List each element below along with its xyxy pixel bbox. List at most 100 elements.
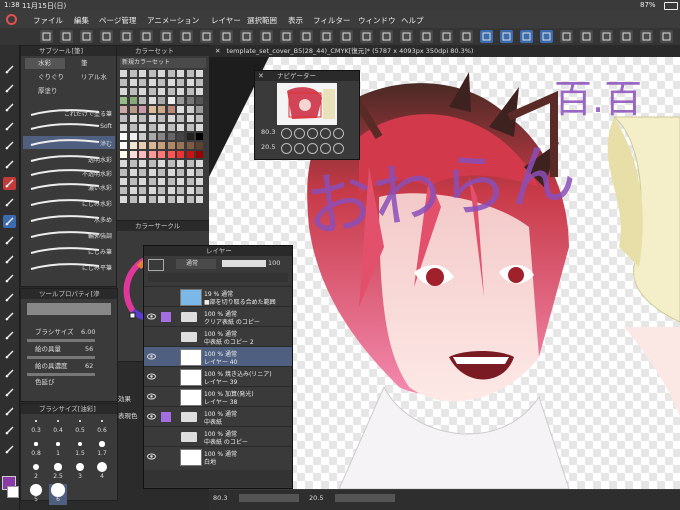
snap-ruler-icon[interactable] xyxy=(500,30,513,43)
color-swatch[interactable] xyxy=(158,187,165,194)
layer-lock-icon[interactable] xyxy=(161,312,171,322)
color-swatch[interactable] xyxy=(158,97,165,104)
text-tool-icon[interactable] xyxy=(3,367,16,380)
layer-row[interactable]: 100 % 通常 レイヤー 40 xyxy=(144,346,292,367)
color-swatch[interactable] xyxy=(186,133,194,140)
ruler-tool-icon[interactable] xyxy=(3,348,16,361)
brush-size-option[interactable]: 0.8 xyxy=(27,438,45,459)
color-swatch[interactable] xyxy=(158,178,165,185)
brush-size-option[interactable]: 5 xyxy=(27,484,45,505)
brush-item[interactable]: 濃い水彩 xyxy=(23,180,115,193)
brush-size-value[interactable]: 6.00 xyxy=(81,327,95,338)
brush-size-option[interactable]: 3 xyxy=(71,461,89,482)
menu-edit[interactable]: 編集 xyxy=(74,15,89,26)
snap-icon[interactable] xyxy=(200,30,213,43)
color-swatch[interactable] xyxy=(186,142,194,149)
color-swatch[interactable] xyxy=(129,115,137,122)
color-swatch[interactable] xyxy=(120,169,127,176)
layer-visibility-icon[interactable] xyxy=(147,412,156,421)
layer-lock-icon[interactable] xyxy=(161,392,171,402)
paint-density-slider[interactable] xyxy=(27,373,95,376)
color-swatch[interactable] xyxy=(120,115,127,122)
color-swatch[interactable] xyxy=(186,151,194,158)
pen-tool-icon[interactable] xyxy=(3,139,16,152)
hide-sel-icon[interactable] xyxy=(380,30,393,43)
color-swatch[interactable] xyxy=(129,70,137,77)
grid-2-icon[interactable] xyxy=(460,30,473,43)
brush-item[interactable]: にじみ平筆 xyxy=(23,260,115,273)
rotate-right-icon[interactable] xyxy=(294,143,305,154)
color-swatch[interactable] xyxy=(177,160,184,167)
rotation-slider[interactable] xyxy=(335,494,395,502)
zoom-slider[interactable] xyxy=(239,494,299,502)
brush-settings-icon[interactable] xyxy=(180,30,193,43)
color-swatch[interactable] xyxy=(139,142,146,149)
brush-size-option[interactable]: 1.7 xyxy=(93,438,111,459)
brush-item[interactable]: Soft xyxy=(23,120,115,133)
color-swatch[interactable] xyxy=(129,151,137,158)
flip-vertical-icon[interactable] xyxy=(333,143,344,154)
color-swatch[interactable] xyxy=(148,133,156,140)
brush-item[interactable]: 滲む xyxy=(23,136,115,149)
color-swatch[interactable] xyxy=(196,70,203,77)
eyedropper-tool-icon[interactable] xyxy=(3,405,16,418)
color-swatch[interactable] xyxy=(177,88,184,95)
layer-visibility-icon[interactable] xyxy=(147,352,156,361)
color-swatch[interactable] xyxy=(129,187,137,194)
invert-icon[interactable] xyxy=(300,30,313,43)
color-swatch[interactable] xyxy=(167,97,175,104)
layer-visibility-icon[interactable] xyxy=(147,392,156,401)
brush-size-option[interactable]: 0.5 xyxy=(71,415,89,436)
color-swatch[interactable] xyxy=(167,88,175,95)
color-swatch[interactable] xyxy=(167,160,175,167)
color-swatch[interactable] xyxy=(148,106,156,113)
color-swatch[interactable] xyxy=(158,115,165,122)
color-swatch[interactable] xyxy=(129,79,137,86)
paint-density-value[interactable]: 62 xyxy=(85,361,93,372)
color-swatch[interactable] xyxy=(167,178,175,185)
color-swatch[interactable] xyxy=(148,97,156,104)
bottom-zoom-value[interactable]: 80.3 xyxy=(213,494,227,502)
airbrush-tool-icon[interactable] xyxy=(3,196,16,209)
color-swatch[interactable] xyxy=(186,187,194,194)
layer-row[interactable]: 19 % 通常 ■部を切り取る合めた範囲 xyxy=(144,286,292,307)
color-swatch[interactable] xyxy=(158,70,165,77)
color-swatch[interactable] xyxy=(120,151,127,158)
color-swatch[interactable] xyxy=(148,160,156,167)
open-icon[interactable] xyxy=(60,30,73,43)
color-swatch[interactable] xyxy=(139,187,146,194)
snap2-icon[interactable] xyxy=(220,30,233,43)
color-swatch[interactable] xyxy=(167,115,175,122)
color-swatch[interactable] xyxy=(196,178,203,185)
layer-opacity-value[interactable]: 100 xyxy=(268,259,280,267)
color-swatch[interactable] xyxy=(148,178,156,185)
layer-row[interactable]: 100 % 通常 クリア表紙 のコピー xyxy=(144,306,292,327)
color-swatch[interactable] xyxy=(186,196,194,203)
color-swatch[interactable] xyxy=(196,133,203,140)
color-swatch[interactable] xyxy=(139,115,146,122)
layer-row[interactable]: 100 % 焼き込み(リニア) レイヤー 39 xyxy=(144,366,292,387)
clear-icon[interactable] xyxy=(140,30,153,43)
subtool-tab-brush[interactable]: 筆 xyxy=(69,58,88,69)
color-swatch[interactable] xyxy=(148,124,156,131)
brush-size-option[interactable]: 1 xyxy=(49,438,67,459)
settings-icon[interactable] xyxy=(580,30,593,43)
subtool-tab-thick-paint[interactable]: 厚塗り xyxy=(25,86,58,97)
subtool-tab-real-watercolor[interactable]: リアル水 xyxy=(69,72,107,83)
app-logo-icon[interactable] xyxy=(6,14,17,25)
color-swatch[interactable] xyxy=(196,97,203,104)
color-swatch[interactable] xyxy=(129,169,137,176)
color-swatch[interactable] xyxy=(177,178,184,185)
fill-icon[interactable] xyxy=(160,30,173,43)
layer-visibility-icon[interactable] xyxy=(147,332,156,341)
redo-icon[interactable] xyxy=(120,30,133,43)
balloon-tool-icon[interactable] xyxy=(3,386,16,399)
color-swatch[interactable] xyxy=(186,97,194,104)
color-swatch[interactable] xyxy=(167,142,175,149)
special-ruler-icon[interactable] xyxy=(520,30,533,43)
layer-op-icon[interactable] xyxy=(420,30,433,43)
color-swatch[interactable] xyxy=(186,178,194,185)
rotate-left-icon[interactable] xyxy=(281,143,292,154)
color-swatch[interactable] xyxy=(148,70,156,77)
actual-size-icon[interactable] xyxy=(320,128,331,139)
